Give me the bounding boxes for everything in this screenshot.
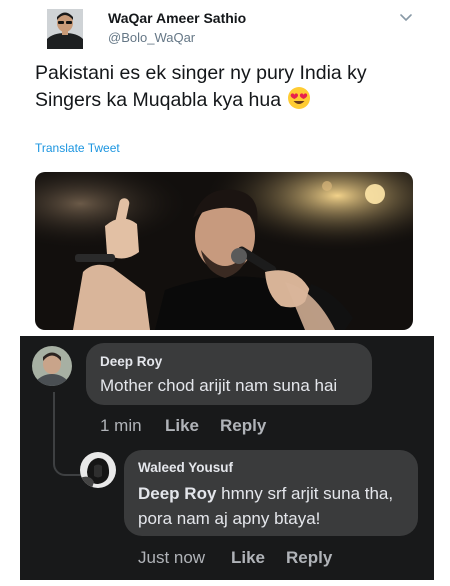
comment-text: Mother chod arijit nam suna hai: [100, 376, 338, 395]
thread-connector: [53, 392, 81, 476]
tweet-text: Pakistani es ek singer ny pury India ky …: [35, 60, 415, 113]
like-button[interactable]: Like: [165, 416, 199, 436]
reply-author[interactable]: Waleed Yousuf: [138, 460, 233, 475]
comment-timestamp[interactable]: 1 min: [100, 416, 142, 436]
heart-eyes-emoji-icon: [287, 86, 311, 110]
reply-text: Deep Roy hmny srf arjit suna tha, pora n…: [138, 481, 410, 531]
author-handle[interactable]: @Bolo_WaQar: [108, 30, 195, 45]
comments-panel: Deep Roy Mother chod arijit nam suna hai…: [20, 336, 434, 580]
replier-avatar[interactable]: [80, 452, 116, 488]
reply-timestamp[interactable]: Just now: [138, 548, 205, 568]
tweet-body: Pakistani es ek singer ny pury India ky …: [35, 62, 367, 111]
reply-reply-button[interactable]: Reply: [286, 548, 332, 568]
reply-button[interactable]: Reply: [220, 416, 266, 436]
author-avatar[interactable]: [47, 9, 83, 49]
comment-author[interactable]: Deep Roy: [100, 354, 162, 369]
mention-link[interactable]: Deep Roy: [138, 484, 216, 503]
reply-like-button[interactable]: Like: [231, 548, 265, 568]
tweet-card: WaQar Ameer Sathio @Bolo_WaQar Pakistani…: [0, 0, 450, 340]
translate-tweet-link[interactable]: Translate Tweet: [35, 141, 120, 155]
chevron-down-icon[interactable]: [396, 9, 416, 25]
tweet-image[interactable]: [35, 172, 413, 330]
author-name[interactable]: WaQar Ameer Sathio: [108, 10, 246, 26]
commenter-avatar[interactable]: [32, 346, 72, 386]
